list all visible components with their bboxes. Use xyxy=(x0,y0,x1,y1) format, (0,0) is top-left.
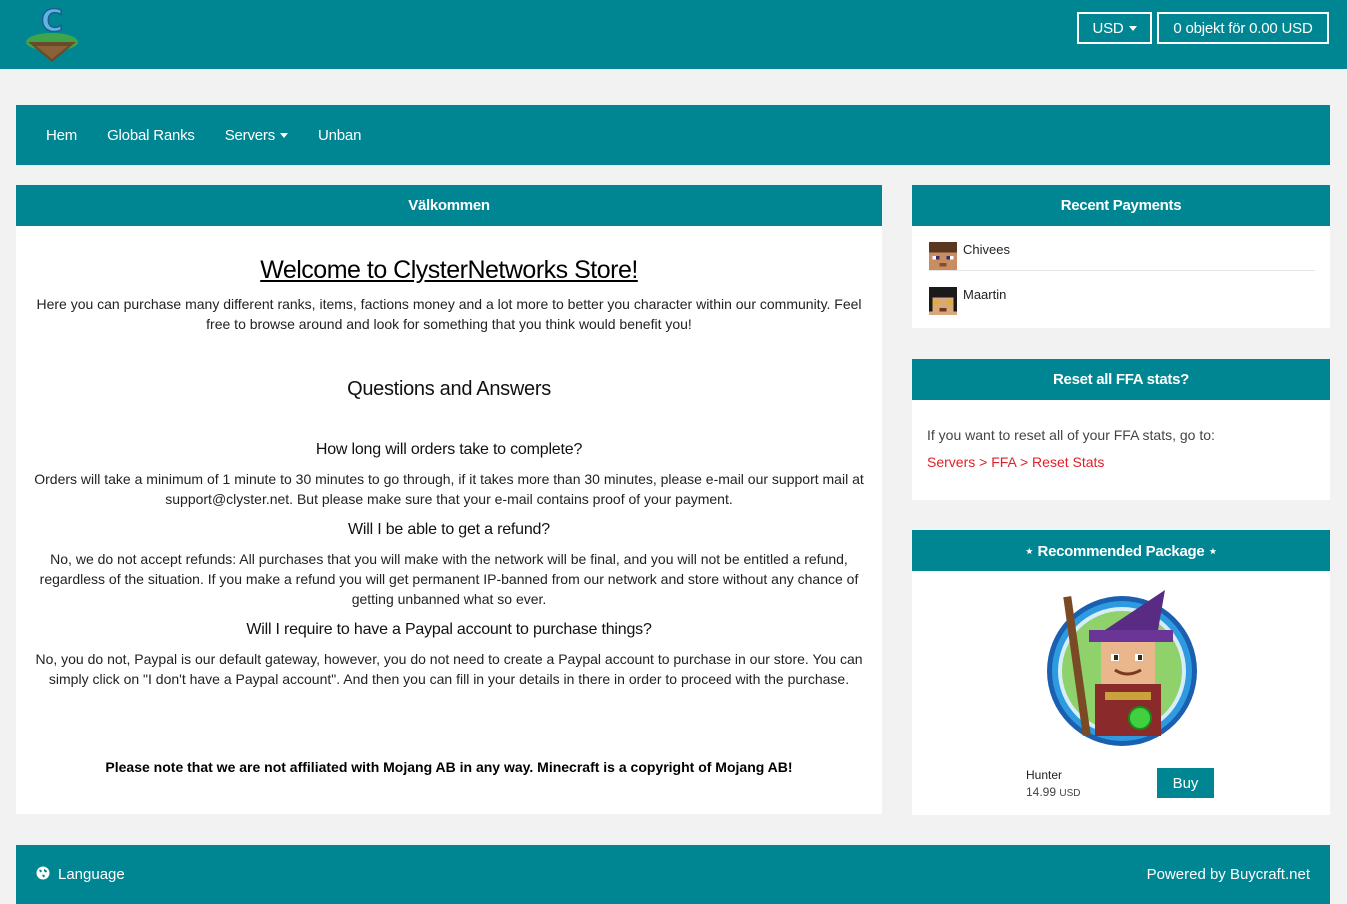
package-price-currency: USD xyxy=(1059,788,1081,799)
payment-item[interactable]: Maartin xyxy=(929,271,1315,316)
package-price: 14.99 USD xyxy=(1026,785,1081,799)
language-selector[interactable]: Language xyxy=(36,866,125,884)
mojang-notice: Please note that we are not affiliated w… xyxy=(105,759,793,775)
top-bar: C USD 0 objekt för 0.00 USD xyxy=(0,0,1347,69)
currency-dropdown[interactable]: USD xyxy=(1077,12,1152,44)
recent-payments-title: Recent Payments xyxy=(912,185,1330,226)
footer: Language Powered by Buycraft.net xyxy=(16,845,1330,904)
welcome-panel-title: Välkommen xyxy=(16,185,882,226)
reset-ffa-title: Reset all FFA stats? xyxy=(912,359,1330,400)
nav-item-servers[interactable]: Servers xyxy=(224,126,289,144)
recommended-package-title: ⋆ Recommended Package ⋆ xyxy=(912,530,1330,571)
question-3: Will I require to have a Paypal account … xyxy=(246,621,652,638)
qa-heading: Questions and Answers xyxy=(347,378,551,400)
main-nav: Hem Global Ranks Servers Unban xyxy=(16,105,1330,165)
player-avatar xyxy=(929,286,957,316)
caret-down-icon xyxy=(280,132,289,138)
player-avatar xyxy=(929,241,957,271)
nav-item-servers-label: Servers xyxy=(224,126,276,144)
reset-ffa-panel: Reset all FFA stats? If you want to rese… xyxy=(912,359,1330,500)
reset-ffa-link[interactable]: Servers > FFA > Reset Stats xyxy=(927,454,1330,470)
nav-item-home[interactable]: Hem xyxy=(46,127,77,144)
nav-item-unban[interactable]: Unban xyxy=(318,127,361,144)
answer-3: No, you do not, Paypal is our default ga… xyxy=(35,651,863,687)
package-name: Hunter xyxy=(1026,768,1063,782)
question-1: How long will orders take to complete? xyxy=(315,441,583,458)
recommended-package-panel: ⋆ Recommended Package ⋆ Hunter 14.99 USD… xyxy=(912,530,1330,815)
cart-button[interactable]: 0 objekt för 0.00 USD xyxy=(1157,12,1329,44)
clyster-logo[interactable]: C xyxy=(22,2,82,64)
currency-label: USD xyxy=(1092,19,1124,37)
payment-item[interactable]: Chivees xyxy=(929,226,1315,271)
buy-button[interactable]: Buy xyxy=(1157,768,1214,798)
caret-down-icon xyxy=(1128,25,1137,31)
powered-by-link[interactable]: Powered by Buycraft.net xyxy=(1147,866,1310,883)
package-image[interactable] xyxy=(1045,588,1200,748)
answer-2: No, we do not accept refunds: All purcha… xyxy=(39,551,859,607)
question-2: Will I be able to get a refund? xyxy=(348,521,550,538)
intro-text: Here you can purchase many different ran… xyxy=(36,296,862,332)
nav-item-global-ranks[interactable]: Global Ranks xyxy=(107,127,195,144)
language-label: Language xyxy=(58,866,125,883)
payment-player-name: Maartin xyxy=(963,287,1007,302)
welcome-panel: Välkommen Welcome to ClysterNetworks Sto… xyxy=(16,185,882,814)
welcome-heading: Welcome to ClysterNetworks Store! xyxy=(260,256,638,284)
answer-1: Orders will take a minimum of 1 minute t… xyxy=(34,471,864,507)
recent-payments-panel: Recent Payments Chivees Maartin xyxy=(912,185,1330,328)
package-price-value: 14.99 xyxy=(1026,785,1057,799)
svg-text:C: C xyxy=(41,4,63,39)
globe-icon xyxy=(36,866,50,884)
reset-ffa-text: If you want to reset all of your FFA sta… xyxy=(927,427,1215,443)
payment-player-name: Chivees xyxy=(963,242,1010,257)
